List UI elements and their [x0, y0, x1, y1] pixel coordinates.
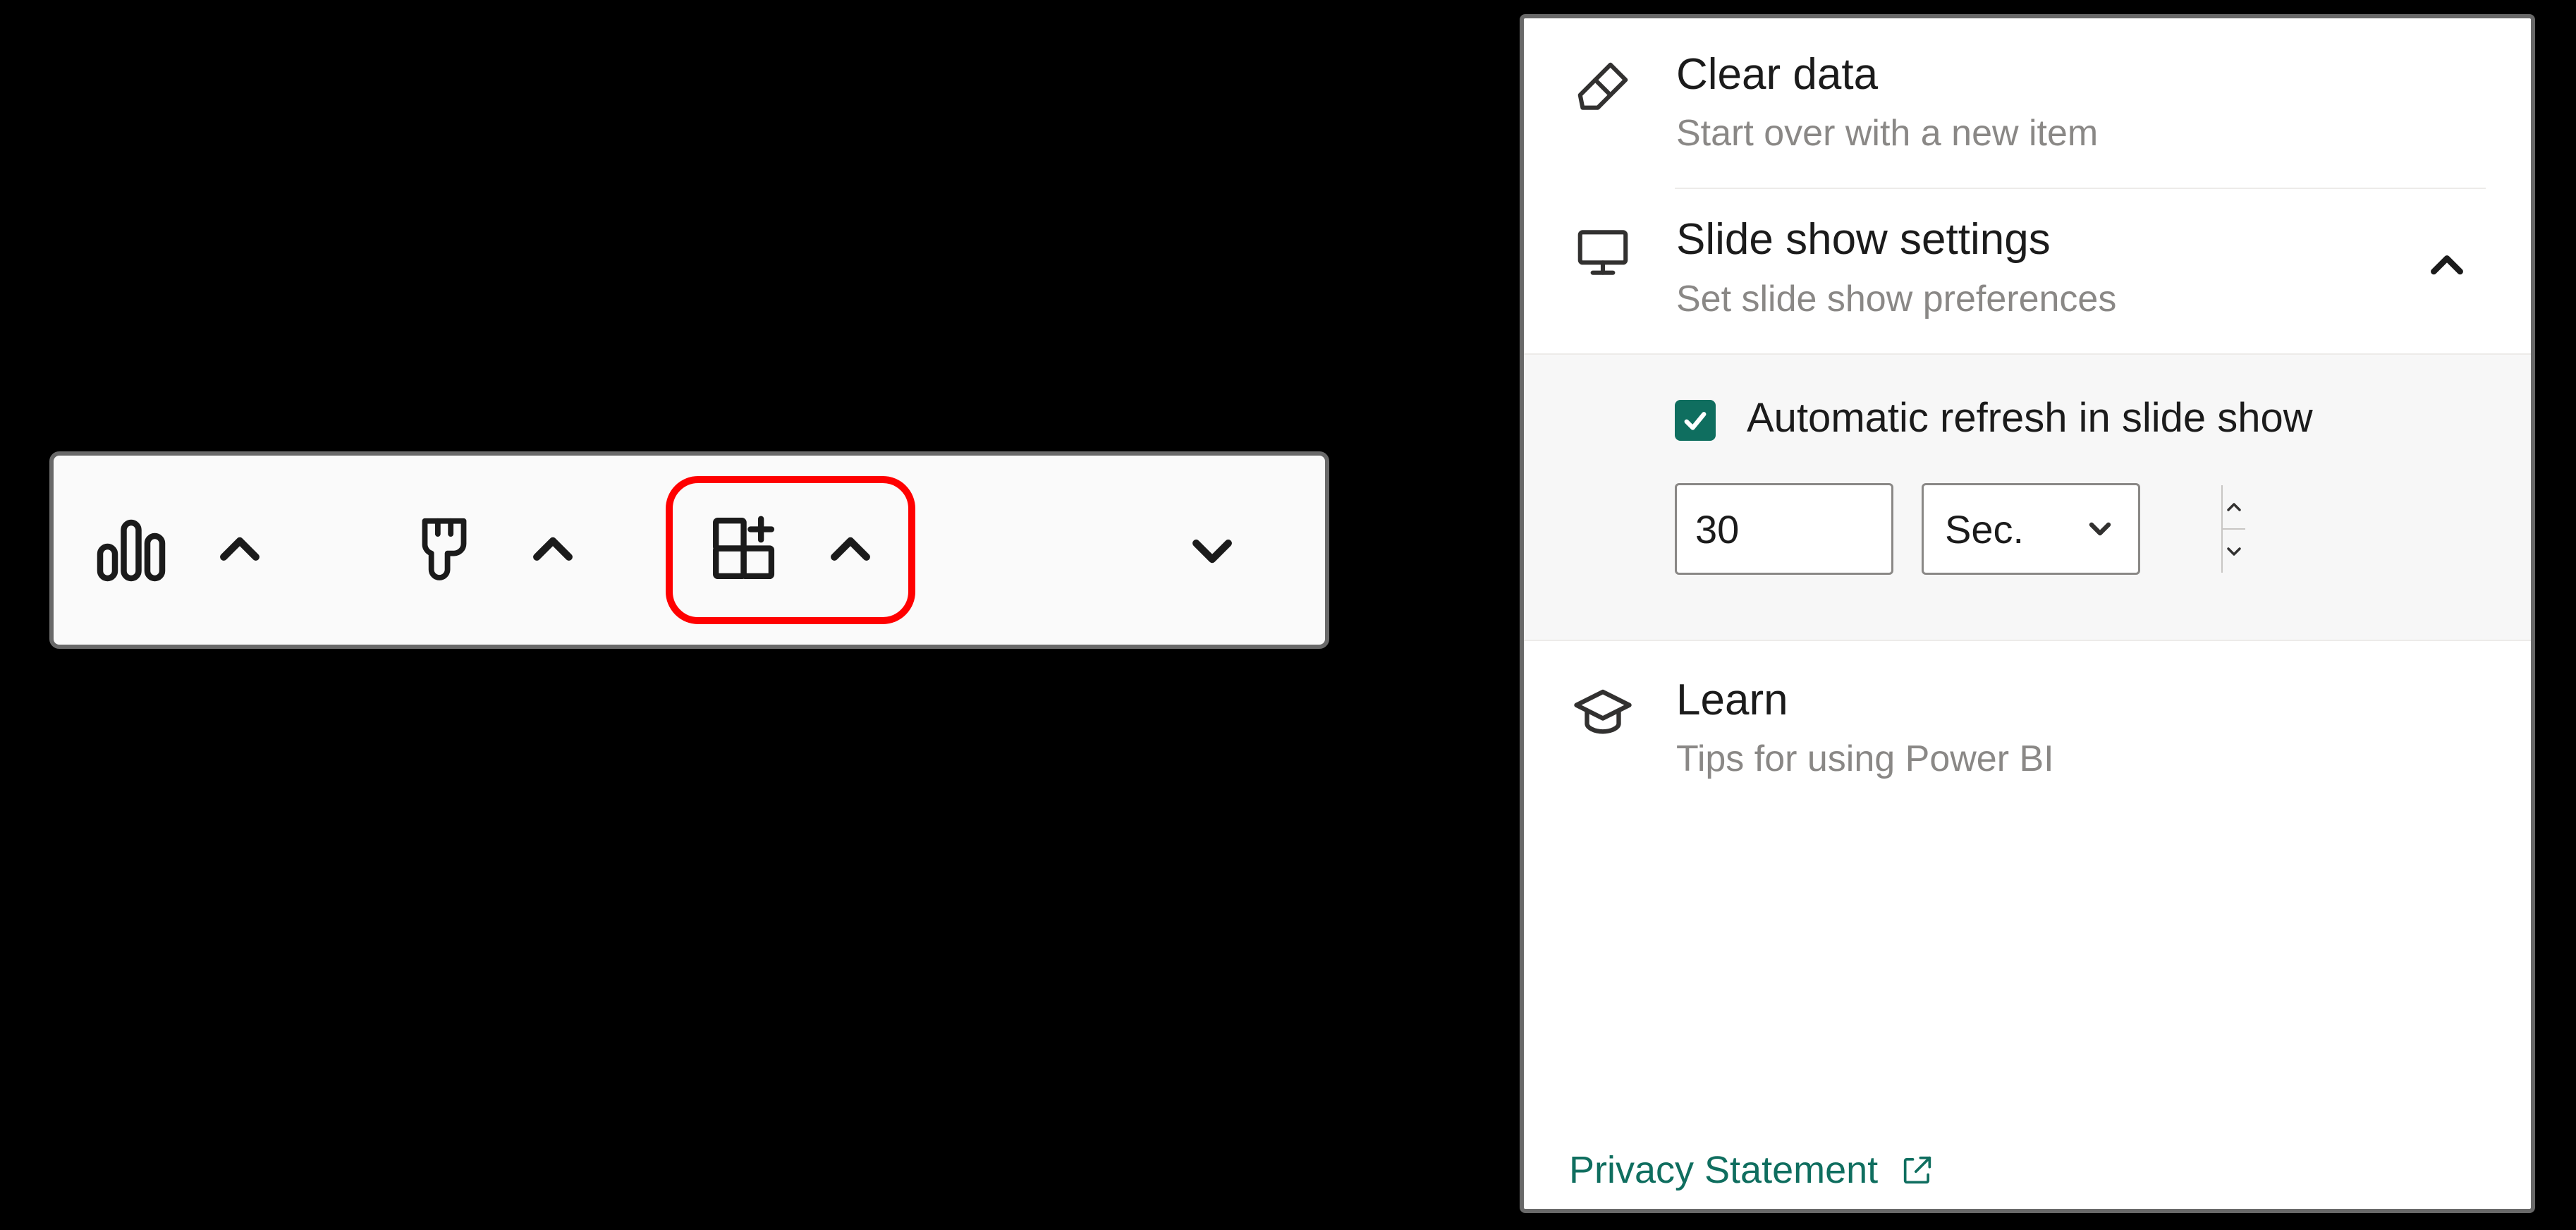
addin-highlight-box	[666, 476, 915, 624]
data-expand-button[interactable]	[197, 508, 282, 592]
chevron-up-icon	[2424, 243, 2470, 288]
auto-refresh-checkbox[interactable]	[1675, 400, 1716, 441]
format-expand-button[interactable]	[511, 508, 595, 592]
graduation-cap-icon	[1569, 679, 1637, 747]
refresh-unit-select[interactable]: Sec.	[1922, 483, 2140, 575]
chevron-up-icon	[525, 523, 580, 578]
decrement-button[interactable]	[2223, 528, 2245, 573]
slideshow-title: Slide show settings	[1676, 214, 2376, 264]
auto-refresh-row: Automatic refresh in slide show	[1675, 393, 2486, 444]
slideshow-collapse-button[interactable]	[2415, 234, 2479, 298]
refresh-interval-input[interactable]	[1675, 483, 1893, 575]
chevron-down-icon	[1185, 523, 1240, 578]
eraser-icon	[1569, 54, 1637, 121]
toolbar-group-data	[82, 501, 282, 599]
slideshow-settings-body: Automatic refresh in slide show Sec.	[1524, 353, 2531, 642]
chevron-down-icon	[2223, 540, 2245, 563]
presentation-icon	[1569, 219, 1637, 286]
checkmark-icon	[1680, 406, 1710, 435]
privacy-statement-link[interactable]: Privacy Statement	[1524, 1148, 2531, 1209]
slideshow-subtitle: Set slide show preferences	[1676, 276, 2376, 322]
external-link-icon	[1899, 1152, 1936, 1188]
refresh-interval-row: Sec.	[1675, 483, 2486, 575]
addin-expand-button[interactable]	[808, 508, 893, 592]
addin-settings-panel: Clear data Start over with a new item Sl…	[1520, 14, 2535, 1213]
slideshow-settings-row[interactable]: Slide show settings Set slide show prefe…	[1524, 189, 2531, 322]
learn-row[interactable]: Learn Tips for using Power BI	[1524, 641, 2531, 782]
chevron-up-icon	[212, 523, 267, 578]
visualization-toolbar	[49, 451, 1329, 649]
privacy-statement-label: Privacy Statement	[1569, 1148, 1878, 1192]
format-button[interactable]	[395, 501, 494, 599]
spinner-buttons	[2221, 485, 2245, 573]
learn-title: Learn	[1676, 675, 2486, 725]
refresh-unit-label: Sec.	[1945, 506, 2024, 552]
clear-data-title: Clear data	[1676, 49, 2486, 99]
chevron-up-icon	[823, 523, 878, 578]
learn-subtitle: Tips for using Power BI	[1676, 736, 2486, 782]
data-button[interactable]	[82, 501, 181, 599]
apps-add-icon	[704, 509, 787, 592]
increment-button[interactable]	[2223, 485, 2245, 528]
chevron-up-icon	[2223, 496, 2245, 518]
addin-settings-button[interactable]	[700, 504, 791, 596]
auto-refresh-label: Automatic refresh in slide show	[1747, 393, 2313, 444]
toolbar-group-format	[395, 501, 595, 599]
clear-data-subtitle: Start over with a new item	[1676, 111, 2486, 157]
clear-data-row[interactable]: Clear data Start over with a new item	[1524, 18, 2531, 157]
chevron-down-icon	[2083, 512, 2117, 546]
bar-chart-icon	[89, 508, 173, 592]
collapse-button[interactable]	[1170, 508, 1255, 592]
paint-brush-icon	[405, 511, 483, 589]
